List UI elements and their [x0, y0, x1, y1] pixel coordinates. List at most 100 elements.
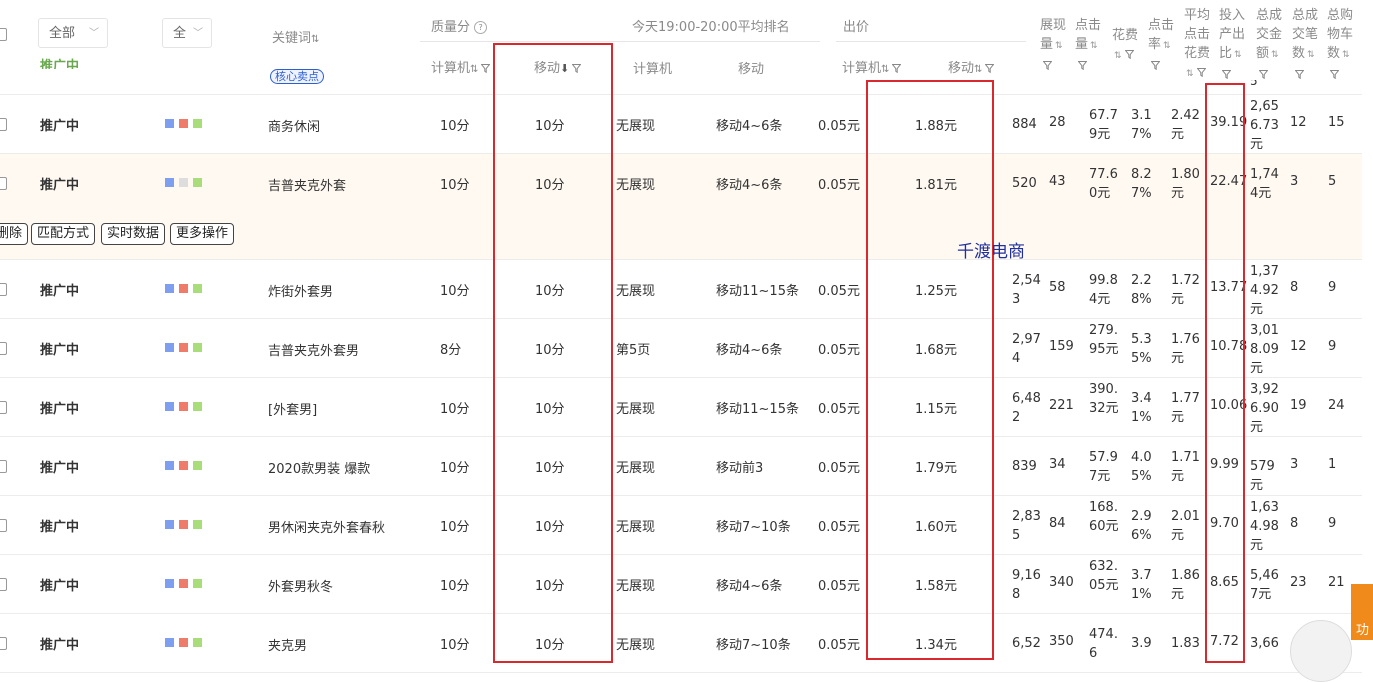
help-icon[interactable]: ?	[474, 21, 488, 34]
quality-mobile-cell: 10分	[535, 520, 565, 535]
row-checkbox[interactable]	[0, 177, 7, 190]
header-ctr[interactable]: 点击率 ⇅	[1148, 16, 1178, 75]
header-rank-group: 今天19:00-20:00平均排名	[632, 20, 790, 35]
header-orders[interactable]: 总成交笔数 ⇅	[1292, 6, 1322, 84]
filter-icon[interactable]	[1078, 61, 1087, 70]
header-clicks[interactable]: 点击量 ⇅	[1075, 16, 1105, 75]
orders-cell: 23	[1290, 575, 1307, 590]
cost-cell: 99.84元	[1089, 273, 1118, 307]
table-row[interactable]: 推广中 吉普夹克外套 10分 10分 无展现 移动4~6条 0.05元 1.81元 520 43 7…	[0, 154, 1362, 213]
floating-button[interactable]: 功	[1351, 584, 1373, 640]
status-label: 推广中	[40, 284, 80, 299]
rank-pc-cell: 无展现	[616, 284, 656, 299]
quality-mobile-cell: 10分	[535, 119, 565, 134]
keyword-link[interactable]: 夹克男	[268, 635, 307, 654]
header-roi[interactable]: 投入产出比 ⇅	[1219, 6, 1249, 84]
filter-icon[interactable]	[1259, 70, 1268, 79]
filter-icon[interactable]	[1196, 68, 1206, 77]
row-checkbox[interactable]	[0, 578, 7, 591]
orders-cell: 19	[1290, 398, 1307, 413]
impressions-cell: 2,974	[1012, 332, 1041, 366]
header-bid-pc[interactable]: 计算机⇅	[842, 57, 902, 76]
table-row[interactable]: 推广中 2020款男装 爆款 10分 10分 无展现 移动前3 0.05元 1.79元 839 3…	[0, 437, 1362, 496]
roi-cell: 9.70	[1210, 516, 1239, 531]
row-checkbox[interactable]	[0, 460, 7, 473]
clicks-cell: 34	[1049, 457, 1066, 472]
filter-icon[interactable]	[1222, 70, 1231, 79]
sort-icon: ⇅	[1234, 50, 1242, 60]
filter-icon[interactable]	[1124, 50, 1134, 59]
keyword-link[interactable]: 男休闲夹克外套春秋	[268, 517, 385, 536]
device-indicators	[165, 459, 207, 474]
roi-tail: 5	[1250, 80, 1258, 88]
quality-mobile-cell: 10分	[535, 284, 565, 299]
row-checkbox[interactable]	[0, 118, 7, 131]
assistant-icon[interactable]	[1290, 620, 1352, 682]
gmv-cell: 1,634.98元	[1250, 500, 1279, 553]
filter-icon[interactable]	[985, 64, 995, 73]
filter-icon[interactable]	[1295, 70, 1304, 79]
gmv-cell: 3,926.90元	[1250, 382, 1279, 435]
status-filter-select[interactable]: 全部 ﹀	[38, 18, 108, 48]
cost-cell: 168.60元	[1089, 500, 1119, 534]
keyword-link[interactable]: 外套男秋冬	[268, 576, 333, 595]
keyword-link[interactable]: [外套男]	[268, 399, 317, 418]
sort-icon: ⇅	[1163, 41, 1171, 51]
select-all-checkbox[interactable]	[0, 28, 7, 41]
impressions-cell: 2,543	[1012, 273, 1041, 307]
row-checkbox[interactable]	[0, 342, 7, 355]
impressions-cell: 9,168	[1012, 568, 1041, 602]
device-filter-select[interactable]: 全 ﹀	[162, 18, 212, 48]
keyword-link[interactable]: 商务休闲	[268, 116, 320, 135]
header-bid-mobile[interactable]: 移动⇅	[948, 57, 995, 76]
delete-button[interactable]: 删除	[0, 223, 28, 245]
realtime-data-button[interactable]: 实时数据	[101, 223, 166, 245]
header-gmv[interactable]: 总成交金额 ⇅	[1256, 6, 1286, 84]
rank-pc-cell: 无展现	[616, 402, 656, 417]
table-row[interactable]: 推广中 夹克男 10分 10分 无展现 移动7~10条 0.05元 1.34元 6,52 350 4…	[0, 614, 1362, 673]
header-avg-cpc[interactable]: 平均点击花费 ⇅	[1184, 6, 1214, 84]
row-checkbox[interactable]	[0, 401, 7, 414]
header-quality-mobile[interactable]: 移动⬇	[534, 57, 582, 76]
quality-mobile-cell: 10分	[535, 638, 565, 653]
action-bar: 删除 匹配方式 实时数据 更多操作	[0, 212, 1362, 260]
header-quality-pc[interactable]: 计算机⇅	[431, 57, 491, 76]
more-actions-button[interactable]: 更多操作	[170, 223, 235, 245]
status-label: 推广中	[40, 343, 80, 358]
row-checkbox[interactable]	[0, 283, 7, 296]
filter-icon[interactable]	[572, 64, 582, 73]
orders-cell: 3	[1290, 174, 1299, 189]
row-checkbox[interactable]	[0, 637, 7, 650]
filter-icon[interactable]	[1043, 61, 1052, 70]
filter-icon[interactable]	[892, 64, 902, 73]
keyword-link[interactable]: 吉普夹克外套	[268, 175, 346, 194]
table-row[interactable]: 推广中 男休闲夹克外套春秋 10分 10分 无展现 移动7~10条 0.05元 1.60元 2,…	[0, 496, 1362, 555]
clicks-cell: 340	[1049, 575, 1074, 590]
table-row[interactable]: 推广中 商务休闲 10分 10分 无展现 移动4~6条 0.05元 1.88元 884 28 67.…	[0, 95, 1362, 154]
table-row[interactable]: 推广中 [外套男] 10分 10分 无展现 移动11~15条 0.05元 1.15元 6,482…	[0, 378, 1362, 437]
header-keyword[interactable]: 关键词⇅	[272, 27, 319, 46]
device-filter-value: 全	[173, 26, 187, 41]
filter-icon[interactable]	[1330, 70, 1339, 79]
filter-icon[interactable]	[1151, 61, 1160, 70]
device-indicator-square	[179, 638, 188, 647]
device-indicators	[165, 577, 207, 592]
table-row[interactable]: 推广中 外套男秋冬 10分 10分 无展现 移动4~6条 0.05元 1.58元 9,168 34…	[0, 555, 1362, 614]
quality-mobile-cell: 10分	[535, 343, 565, 358]
status-label: 推广中	[40, 520, 80, 535]
row-checkbox[interactable]	[0, 519, 7, 532]
filter-icon[interactable]	[481, 64, 491, 73]
header-cart[interactable]: 总购物车数 ⇅	[1327, 6, 1359, 84]
keyword-link[interactable]: 2020款男装 爆款	[268, 458, 370, 477]
header-impressions[interactable]: 展现量 ⇅	[1040, 16, 1070, 75]
match-type-button[interactable]: 匹配方式	[31, 223, 96, 245]
header-cost[interactable]: 花费 ⇅	[1112, 26, 1144, 66]
device-indicator-square	[165, 284, 174, 293]
rank-pc-cell: 无展现	[616, 520, 656, 535]
keyword-link[interactable]: 吉普夹克外套男	[268, 340, 359, 359]
table-row[interactable]: 推广中 吉普夹克外套男 8分 10分 第5页 移动4~6条 0.05元 1.68元 2,974 1…	[0, 319, 1362, 378]
table-row[interactable]: 推广中 炸街外套男 10分 10分 无展现 移动11~15条 0.05元 1.25元 2,543…	[0, 260, 1362, 319]
status-label: 推广中	[40, 579, 80, 594]
keyword-link[interactable]: 炸街外套男	[268, 281, 333, 300]
impressions-cell: 6,52	[1012, 636, 1041, 651]
